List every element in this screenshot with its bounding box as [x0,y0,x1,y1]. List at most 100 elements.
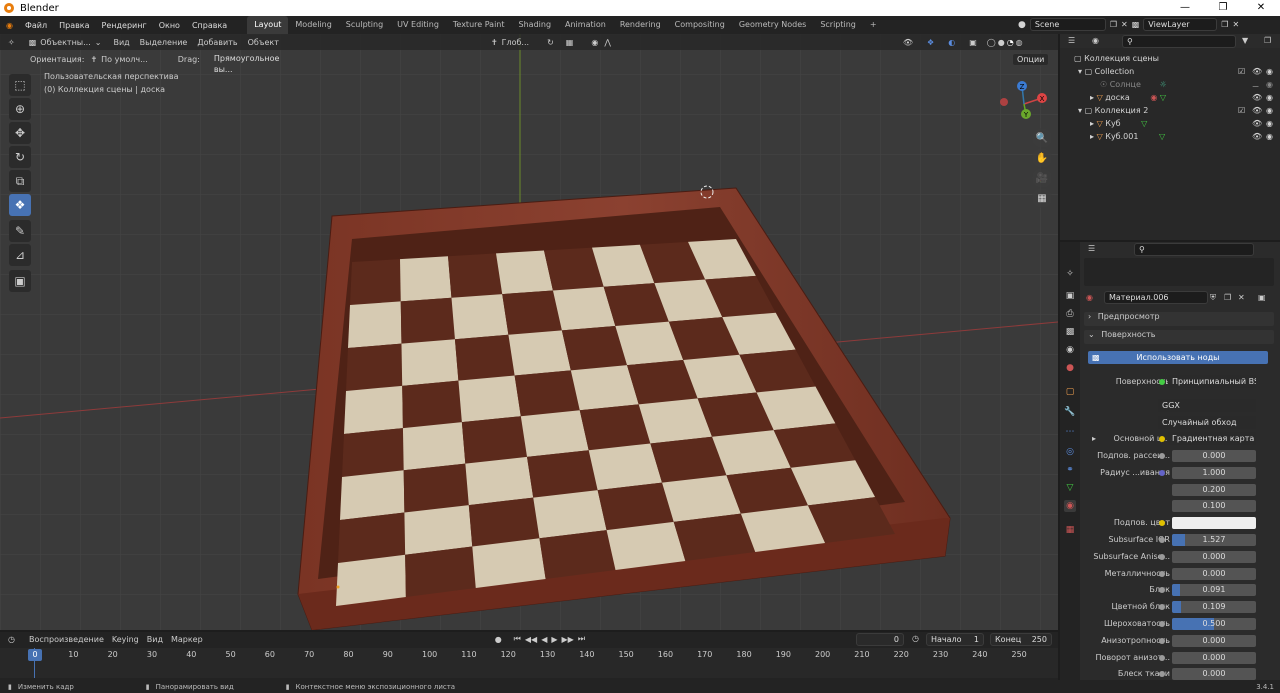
clock-icon[interactable]: ◷ [912,634,919,643]
property-value-field[interactable]: 0.000 [1172,551,1256,563]
shading-solid-icon[interactable]: ● [998,38,1005,47]
menu-view[interactable]: Вид [113,38,129,47]
tab-compositing[interactable]: Compositing [668,16,732,34]
transform-tool-icon[interactable]: ❖ [9,194,31,216]
tab-modeling[interactable]: Modeling [288,16,338,34]
panel-preview[interactable]: › Предпросмотр [1084,312,1274,326]
measure-tool-icon[interactable]: ⊿ [9,244,31,266]
new-collection-icon[interactable]: ❐ [1264,36,1271,45]
eye-icon[interactable]: 👁 [1252,117,1262,130]
duplicate-material-icon[interactable]: ❐ [1224,293,1231,302]
outliner-editor-icon[interactable]: ☰ [1068,36,1075,45]
add-cube-tool-icon[interactable]: ▣ [9,270,31,292]
material-name-field[interactable]: Материал.006 [1104,291,1208,304]
outliner-display-mode-icon[interactable]: ◉ [1092,36,1099,45]
surface-shader-field[interactable]: Принципиальный BS... [1168,375,1256,388]
base-color-field[interactable]: Градиентная карта [1168,432,1256,445]
rotate-tool-icon[interactable]: ↻ [9,146,31,168]
proportional-icon[interactable]: ◉ [591,38,598,47]
overlay-toggle-icon[interactable]: ◐ [948,38,955,47]
outliner-row-scene-collection[interactable]: ▢ Коллекция сцены [1060,52,1280,65]
expand-arrow-icon[interactable]: ▸ [1090,132,1094,141]
physics-tab-icon[interactable]: ◎ [1064,446,1076,458]
blender-menu-icon[interactable]: ◉ [0,21,19,30]
property-value-field[interactable]: 0.109 [1172,601,1256,613]
expand-arrow-icon[interactable]: ▸ [1092,434,1096,443]
next-keyframe-icon[interactable]: ▶▶ [562,635,574,644]
material-tab-icon[interactable]: ◉ [1064,500,1076,512]
tab-geometry-nodes[interactable]: Geometry Nodes [732,16,813,34]
start-frame-field[interactable]: Начало 1 [926,633,984,646]
property-value-field[interactable] [1172,517,1256,529]
visibility-icon[interactable]: 👁 [903,38,913,47]
material-browse-icon[interactable]: ◉ [1086,293,1093,302]
tab-sculpting[interactable]: Sculpting [339,16,390,34]
menu-select[interactable]: Выделение [140,38,188,47]
shading-wire-icon[interactable]: ◯ [987,38,996,47]
data-tab-icon[interactable]: ▽ [1064,482,1076,494]
playhead-handle[interactable]: 0 [28,649,42,661]
eye-icon[interactable]: 👁 [1252,104,1262,117]
world-tab-icon[interactable]: ● [1064,362,1076,374]
particles-tab-icon[interactable]: ⋯ [1064,426,1076,438]
material-slots-list[interactable] [1084,258,1274,286]
view-layer-new-icon[interactable]: ❐ [1221,20,1228,29]
play-icon[interactable]: ▶ [551,635,557,644]
outliner-row-cube-001[interactable]: ▸ ▽ Куб.001 ▽ 👁 ◉ [1060,130,1280,143]
tool-tab-icon[interactable]: ✧ [1064,268,1076,280]
output-tab-icon[interactable]: ⎙ [1064,308,1076,320]
jump-end-icon[interactable]: ⏭ [578,634,585,644]
distribution-dropdown[interactable]: GGX [1158,399,1256,412]
outliner-row-board[interactable]: ▸ ▽ доска ◉ ▽ 👁 ◉ [1060,91,1280,104]
play-reverse-icon[interactable]: ◀ [541,635,547,644]
scene-delete-icon[interactable]: ✕ [1121,20,1128,29]
filter-icon[interactable]: ▼ [1242,36,1248,45]
expand-arrow-icon[interactable]: ▾ [1078,67,1082,76]
menu-playback[interactable]: Воспроизведение [29,635,104,644]
checkbox-icon[interactable]: ☑ [1238,65,1245,78]
viewport-scene[interactable] [0,34,1058,630]
camera-icon[interactable]: ◉ [1266,65,1273,78]
properties-editor-icon[interactable]: ☰ [1088,244,1095,253]
camera-icon[interactable]: ◉ [1266,91,1273,104]
move-tool-icon[interactable]: ✥ [9,122,31,144]
constraints-tab-icon[interactable]: ⚭ [1064,464,1076,476]
unlink-material-icon[interactable]: ✕ [1238,293,1245,302]
property-value-field[interactable]: 0.000 [1172,450,1256,462]
property-value-field[interactable]: 0.091 [1172,584,1256,596]
material-slot-link-icon[interactable]: ▣ [1258,293,1266,302]
property-value-field[interactable]: 0.100 [1172,500,1256,512]
scene-field[interactable]: Scene [1029,18,1106,31]
camera-icon[interactable]: ◉ [1266,117,1273,130]
menu-window[interactable]: Окно [153,21,186,30]
camera-icon[interactable]: ◉ [1266,130,1273,143]
outliner-row-sun[interactable]: ☉ Солнце ☼ ⚊ ◉ [1060,78,1280,91]
pivot-icon[interactable]: ↻ [547,38,554,47]
menu-object[interactable]: Объект [248,38,279,47]
snap-icon[interactable]: ▦ [566,38,574,47]
property-value-field[interactable]: 0.200 [1172,484,1256,496]
view-layer-tab-icon[interactable]: ▩ [1064,326,1076,338]
menu-help[interactable]: Справка [186,21,233,30]
menu-timeline-view[interactable]: Вид [147,635,163,644]
shading-material-icon[interactable]: ◔ [1007,38,1014,47]
shading-rendered-icon[interactable]: ◍ [1016,38,1023,47]
camera-icon[interactable]: ◉ [1266,78,1273,91]
outliner-row-collection-2[interactable]: ▾ ▢ Коллекция 2 ☑ 👁 ◉ [1060,104,1280,117]
scale-tool-icon[interactable]: ⧉ [9,170,31,192]
view-layer-icon[interactable]: ▩ [1132,20,1140,29]
jump-start-icon[interactable]: ⏮ [514,634,521,644]
xray-icon[interactable]: ▣ [969,38,977,47]
end-frame-field[interactable]: Конец 250 [990,633,1052,646]
modifier-tab-icon[interactable]: 🔧 [1064,406,1076,418]
tab-uv-editing[interactable]: UV Editing [390,16,446,34]
outliner-search-input[interactable]: ⚲ [1122,35,1236,48]
annotate-tool-icon[interactable]: ✎ [9,220,31,242]
tab-shading[interactable]: Shading [512,16,559,34]
tab-animation[interactable]: Animation [558,16,613,34]
view-layer-delete-icon[interactable]: ✕ [1232,20,1239,29]
menu-add[interactable]: Добавить [197,38,237,47]
3d-viewport[interactable]: ✧ ▩ Объектны... ⌄ Вид Выделение Добавить… [0,34,1058,630]
expand-arrow-icon[interactable]: ▸ [1090,93,1094,102]
editor-type-icon[interactable]: ✧ [8,38,15,47]
